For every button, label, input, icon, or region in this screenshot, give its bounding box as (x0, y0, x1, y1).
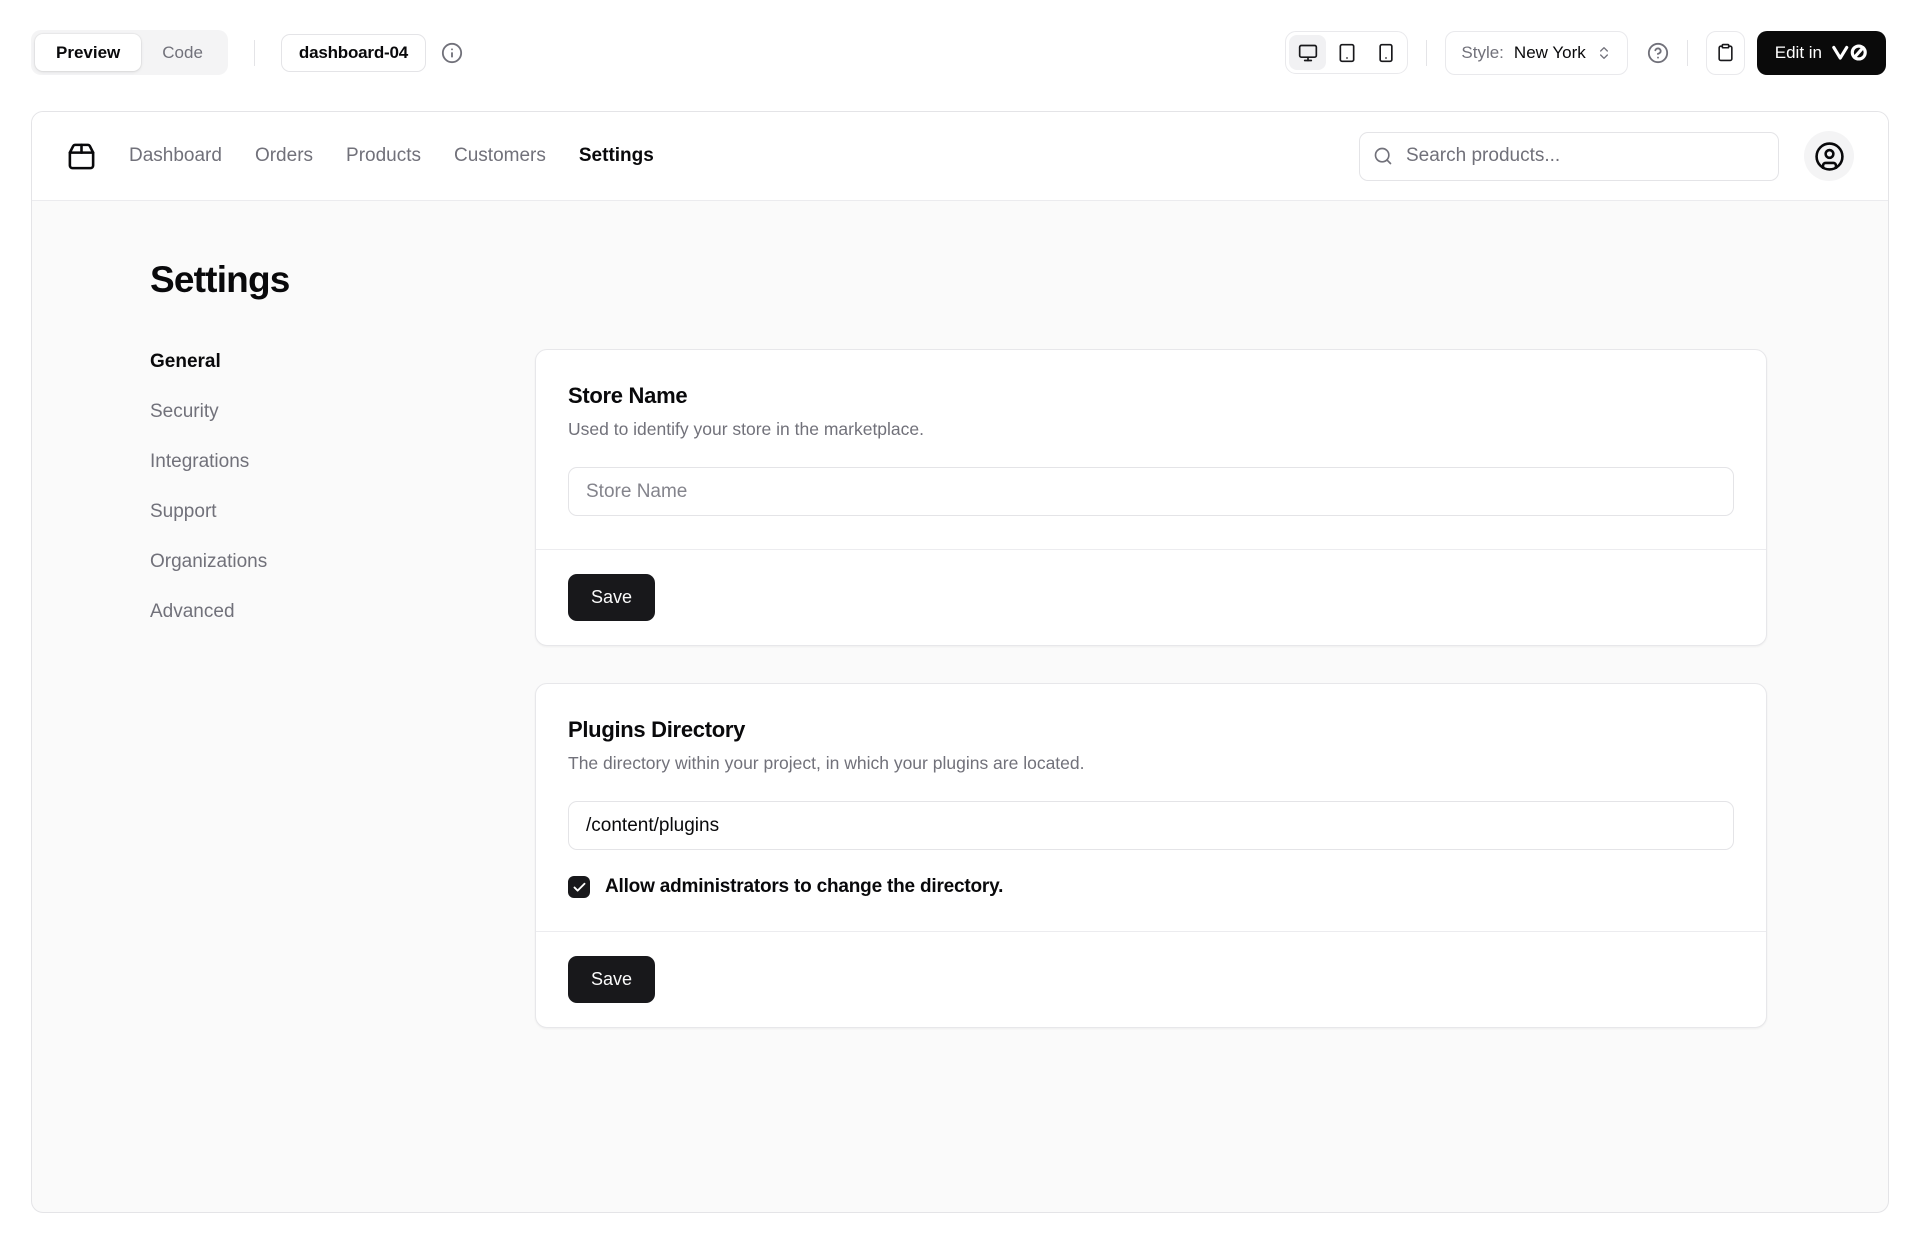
card-description: The directory within your project, in wh… (568, 753, 1085, 773)
card-description: Used to identify your store in the marke… (568, 419, 925, 439)
store-name-input[interactable] (568, 467, 1734, 516)
circle-user-icon (1814, 141, 1845, 172)
chevrons-up-down-icon (1596, 45, 1612, 61)
plugins-directory-card: Plugins Directory The directory within y… (535, 683, 1767, 1028)
allow-admins-checkbox[interactable] (568, 876, 590, 898)
product-search (1359, 131, 1779, 181)
settings-sidebar: General Security Integrations Support Or… (150, 349, 535, 623)
sidebar-item-integrations[interactable]: Integrations (150, 451, 535, 473)
smartphone-icon (1376, 43, 1396, 63)
style-select[interactable]: Style: New York (1445, 30, 1628, 75)
nav-links: Dashboard Orders Products Customers Sett… (129, 145, 654, 167)
card-title: Plugins Directory (568, 717, 746, 742)
save-button[interactable]: Save (568, 574, 656, 621)
search-input[interactable] (1359, 131, 1779, 181)
toolbar-divider (1426, 39, 1428, 66)
nav-products[interactable]: Products (346, 145, 421, 167)
sidebar-item-security[interactable]: Security (150, 401, 535, 423)
toolbar-divider (253, 39, 255, 66)
sidebar-item-advanced[interactable]: Advanced (150, 601, 535, 623)
package-icon[interactable] (66, 141, 97, 172)
tab-code[interactable]: Code (141, 34, 224, 71)
store-navbar: Dashboard Orders Products Customers Sett… (32, 112, 1888, 201)
viewport-toggle (1285, 31, 1409, 74)
settings-page: Settings General Security Integrations S… (32, 201, 1888, 1028)
blocks-toolbar: Preview Code dashboard-04 Style: New Yor… (0, 0, 1920, 111)
sidebar-item-organizations[interactable]: Organizations (150, 551, 535, 573)
page-title: Settings (150, 259, 290, 300)
preview-frame: Dashboard Orders Products Customers Sett… (31, 111, 1889, 1213)
style-select-label: Style: (1461, 42, 1504, 62)
view-toggle: Preview Code (31, 30, 228, 75)
mobile-view-button[interactable] (1367, 35, 1404, 70)
nav-orders[interactable]: Orders (255, 145, 313, 167)
plugins-directory-input[interactable] (568, 801, 1734, 850)
toolbar-divider (1686, 39, 1688, 66)
nav-dashboard[interactable]: Dashboard (129, 145, 222, 167)
block-name-badge: dashboard-04 (280, 33, 426, 72)
tablet-icon (1337, 43, 1357, 63)
help-icon[interactable] (1647, 42, 1669, 64)
store-name-card: Store Name Used to identify your store i… (535, 349, 1767, 646)
copy-code-button[interactable] (1705, 30, 1745, 75)
allow-admins-checkbox-label[interactable]: Allow administrators to change the direc… (605, 876, 1003, 898)
edit-in-v0-label: Edit in (1774, 42, 1822, 62)
desktop-view-button[interactable] (1289, 35, 1327, 70)
clipboard-icon (1716, 43, 1735, 62)
nav-settings[interactable]: Settings (579, 145, 654, 167)
monitor-icon (1298, 43, 1318, 63)
tab-preview[interactable]: Preview (35, 34, 142, 71)
user-menu-button[interactable] (1804, 131, 1854, 181)
checkmark-icon (572, 880, 587, 895)
v0-logo-icon (1831, 43, 1868, 62)
sidebar-item-support[interactable]: Support (150, 501, 535, 523)
nav-customers[interactable]: Customers (454, 145, 546, 167)
edit-in-v0-button[interactable]: Edit in (1756, 30, 1886, 75)
save-button[interactable]: Save (568, 956, 656, 1003)
card-title: Store Name (568, 383, 688, 408)
info-icon[interactable] (441, 42, 463, 64)
sidebar-item-general[interactable]: General (150, 351, 535, 373)
tablet-view-button[interactable] (1328, 35, 1365, 70)
style-select-value: New York (1513, 42, 1586, 62)
